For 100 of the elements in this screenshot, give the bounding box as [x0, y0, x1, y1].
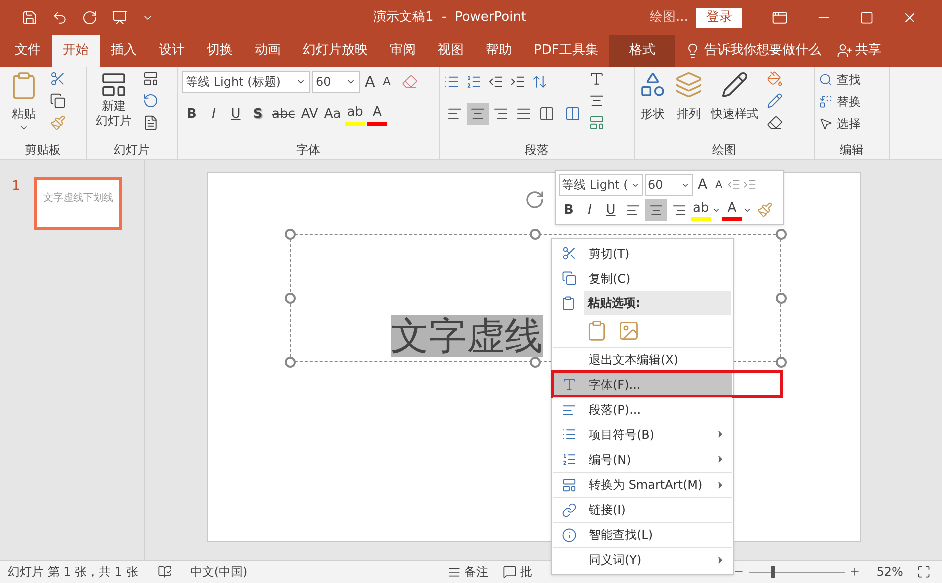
- format-painter-icon[interactable]: [757, 202, 774, 218]
- font-size-field[interactable]: 60: [312, 71, 360, 94]
- resize-handle[interactable]: [285, 229, 296, 240]
- notes-icon[interactable]: [448, 566, 461, 578]
- format-button[interactable]: Aa: [322, 104, 344, 126]
- outline-icon[interactable]: [767, 93, 783, 109]
- share-button[interactable]: 共享: [855, 41, 882, 61]
- format-button[interactable]: abc: [270, 104, 298, 126]
- comments-button[interactable]: 批: [520, 563, 533, 581]
- effects-icon[interactable]: [767, 115, 783, 131]
- redo-icon[interactable]: [82, 10, 98, 26]
- quick-styles-button[interactable]: 快速样式: [711, 105, 759, 123]
- format-button[interactable]: B: [559, 199, 579, 221]
- rotate-handle-icon[interactable]: [525, 190, 545, 210]
- ribbon-display-icon[interactable]: [772, 10, 788, 26]
- tell-me-field[interactable]: 告诉我你想要做什么: [704, 41, 822, 61]
- align-button[interactable]: [467, 103, 489, 125]
- shrink-font-button[interactable]: A: [380, 74, 394, 90]
- shapes-button[interactable]: 形状: [641, 105, 665, 123]
- layout-icon[interactable]: [143, 71, 159, 87]
- resize-handle[interactable]: [285, 293, 296, 304]
- format-button[interactable]: A: [722, 199, 742, 221]
- increase-indent-icon[interactable]: [510, 74, 526, 90]
- notes-button[interactable]: 备注: [464, 563, 489, 581]
- sign-in-button[interactable]: 登录: [696, 8, 742, 28]
- menu-item[interactable]: 退出文本编辑(X): [553, 347, 732, 372]
- pointer-icon[interactable]: [819, 117, 833, 131]
- resize-handle[interactable]: [530, 357, 541, 368]
- format-button[interactable]: AV: [299, 104, 320, 126]
- ribbon-tab[interactable]: 开始: [52, 35, 100, 67]
- maximize-icon[interactable]: [860, 10, 874, 24]
- line-spacing-icon[interactable]: [532, 74, 548, 90]
- paste-picture-icon[interactable]: [618, 320, 640, 342]
- format-button[interactable]: U: [601, 199, 621, 221]
- ribbon-tab[interactable]: 动画: [244, 35, 292, 67]
- replace-icon[interactable]: [819, 95, 833, 109]
- font-size-field[interactable]: 60: [645, 174, 693, 196]
- shrink-font-button[interactable]: A: [712, 178, 726, 192]
- resize-handle[interactable]: [285, 357, 296, 368]
- zoom-level[interactable]: 52%: [876, 563, 904, 581]
- search-icon[interactable]: [819, 73, 833, 87]
- ribbon-tab[interactable]: 文件: [4, 35, 52, 67]
- presentation-icon[interactable]: [112, 10, 128, 26]
- share-icon[interactable]: [837, 43, 854, 59]
- menu-item[interactable]: 复制(C): [553, 266, 732, 291]
- new-slide-button[interactable]: 新建 幻灯片: [96, 99, 132, 129]
- zoom-in-icon[interactable]: [848, 566, 861, 578]
- ribbon-tab[interactable]: PDF工具集: [523, 35, 610, 67]
- format-button[interactable]: I: [204, 104, 224, 126]
- font-name-field[interactable]: 等线 Light (标题): [182, 71, 310, 94]
- grow-font-button[interactable]: A: [695, 174, 711, 196]
- ribbon-tab[interactable]: 幻灯片放映: [292, 35, 379, 67]
- paste-button[interactable]: 粘贴: [12, 105, 36, 123]
- menu-item[interactable]: 同义词(Y): [553, 547, 732, 572]
- section-icon[interactable]: [143, 115, 159, 131]
- zoom-slider[interactable]: [748, 566, 845, 578]
- resize-handle[interactable]: [776, 293, 787, 304]
- smartart-icon[interactable]: [589, 115, 605, 131]
- grow-font-button[interactable]: A: [362, 71, 378, 94]
- spelling-icon[interactable]: [158, 565, 172, 579]
- decrease-indent-icon[interactable]: [488, 74, 504, 90]
- eraser-icon[interactable]: [402, 74, 418, 90]
- reset-icon[interactable]: [143, 93, 159, 109]
- menu-item[interactable]: 段落(P)...: [553, 397, 732, 422]
- resize-handle[interactable]: [530, 229, 541, 240]
- format-button[interactable]: ab: [691, 199, 712, 221]
- save-icon[interactable]: [22, 10, 38, 26]
- ribbon-tab[interactable]: 视图: [427, 35, 475, 67]
- format-button[interactable]: A: [367, 104, 388, 126]
- cut-icon[interactable]: [50, 71, 66, 87]
- menu-item[interactable]: 剪切(T): [553, 241, 732, 266]
- font-name-field[interactable]: 等线 Light (: [559, 174, 643, 196]
- new-slide-icon[interactable]: [100, 71, 128, 99]
- undo-icon[interactable]: [52, 10, 68, 26]
- comments-icon[interactable]: [502, 565, 517, 579]
- menu-item[interactable]: 转换为 SmartArt(M): [553, 472, 732, 497]
- format-button[interactable]: I: [580, 199, 600, 221]
- ribbon-tab[interactable]: 审阅: [379, 35, 427, 67]
- replace-button[interactable]: 替换: [837, 93, 861, 111]
- resize-handle[interactable]: [776, 229, 787, 240]
- ribbon-tab[interactable]: 插入: [100, 35, 148, 67]
- align-button[interactable]: [645, 199, 667, 221]
- ribbon-tab[interactable]: 切换: [196, 35, 244, 67]
- menu-item[interactable]: 项目符号(B): [553, 422, 732, 447]
- format-button[interactable]: U: [226, 104, 246, 126]
- ribbon-tab[interactable]: 格式: [609, 35, 676, 67]
- format-button[interactable]: B: [182, 104, 202, 126]
- numbering-icon[interactable]: [466, 74, 482, 90]
- format-button[interactable]: S: [248, 104, 268, 126]
- fill-icon[interactable]: [767, 71, 783, 87]
- copy-icon[interactable]: [50, 93, 66, 109]
- format-button[interactable]: ab: [345, 104, 366, 126]
- select-button[interactable]: 选择: [837, 115, 861, 133]
- shapes-icon[interactable]: [639, 71, 667, 99]
- ribbon-tab[interactable]: 帮助: [475, 35, 523, 67]
- find-button[interactable]: 查找: [837, 71, 861, 89]
- ribbon-tab[interactable]: 设计: [148, 35, 196, 67]
- menu-item[interactable]: 智能查找(L): [553, 522, 732, 547]
- arrange-button[interactable]: 排列: [677, 105, 701, 123]
- fit-slide-icon[interactable]: [917, 565, 932, 579]
